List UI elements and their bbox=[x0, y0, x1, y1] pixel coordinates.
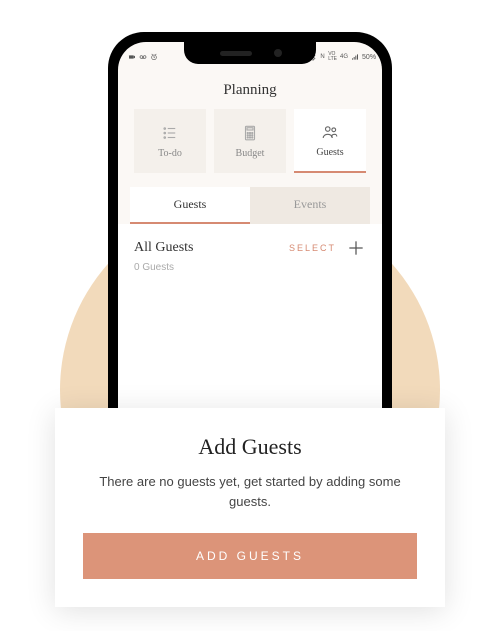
nav-guests[interactable]: Guests bbox=[294, 109, 366, 173]
nav-label: To-do bbox=[158, 148, 182, 159]
battery-text: 50% bbox=[362, 54, 376, 61]
alarm-icon bbox=[150, 53, 158, 61]
plus-icon bbox=[346, 238, 366, 258]
camera-icon bbox=[128, 53, 136, 61]
nav-todo[interactable]: To-do bbox=[134, 109, 206, 173]
nav-label: Guests bbox=[316, 147, 343, 158]
calculator-icon bbox=[241, 124, 259, 142]
network-4g-icon: 4G bbox=[340, 54, 348, 60]
add-guest-button[interactable] bbox=[346, 238, 366, 258]
select-button[interactable]: SELECT bbox=[289, 243, 336, 253]
battery-icon bbox=[379, 53, 382, 61]
nav-label: Budget bbox=[236, 148, 265, 159]
card-title: Add Guests bbox=[83, 434, 417, 460]
page-title: Planning bbox=[118, 66, 382, 109]
list-title: All Guests bbox=[134, 240, 289, 256]
signal-icon bbox=[351, 53, 359, 61]
nav-budget[interactable]: Budget bbox=[214, 109, 286, 173]
volte-icon: VOLTE bbox=[328, 52, 337, 62]
nfc-icon: N bbox=[320, 53, 325, 61]
phone-notch bbox=[184, 42, 316, 64]
list-subtitle: 0 Guests bbox=[118, 262, 382, 289]
guests-subtabs: Guests Events bbox=[130, 187, 370, 224]
subtab-guests[interactable]: Guests bbox=[130, 187, 250, 224]
list-header: All Guests SELECT bbox=[118, 224, 382, 262]
add-guests-button[interactable]: ADD GUESTS bbox=[83, 533, 417, 579]
card-body: There are no guests yet, get started by … bbox=[83, 472, 417, 511]
add-guests-card: Add Guests There are no guests yet, get … bbox=[55, 408, 445, 607]
people-icon bbox=[321, 123, 339, 141]
list-icon bbox=[161, 124, 179, 142]
subtab-events[interactable]: Events bbox=[250, 187, 370, 224]
planning-nav: To-do Budget Guests bbox=[118, 109, 382, 181]
voicemail-icon bbox=[139, 53, 147, 61]
